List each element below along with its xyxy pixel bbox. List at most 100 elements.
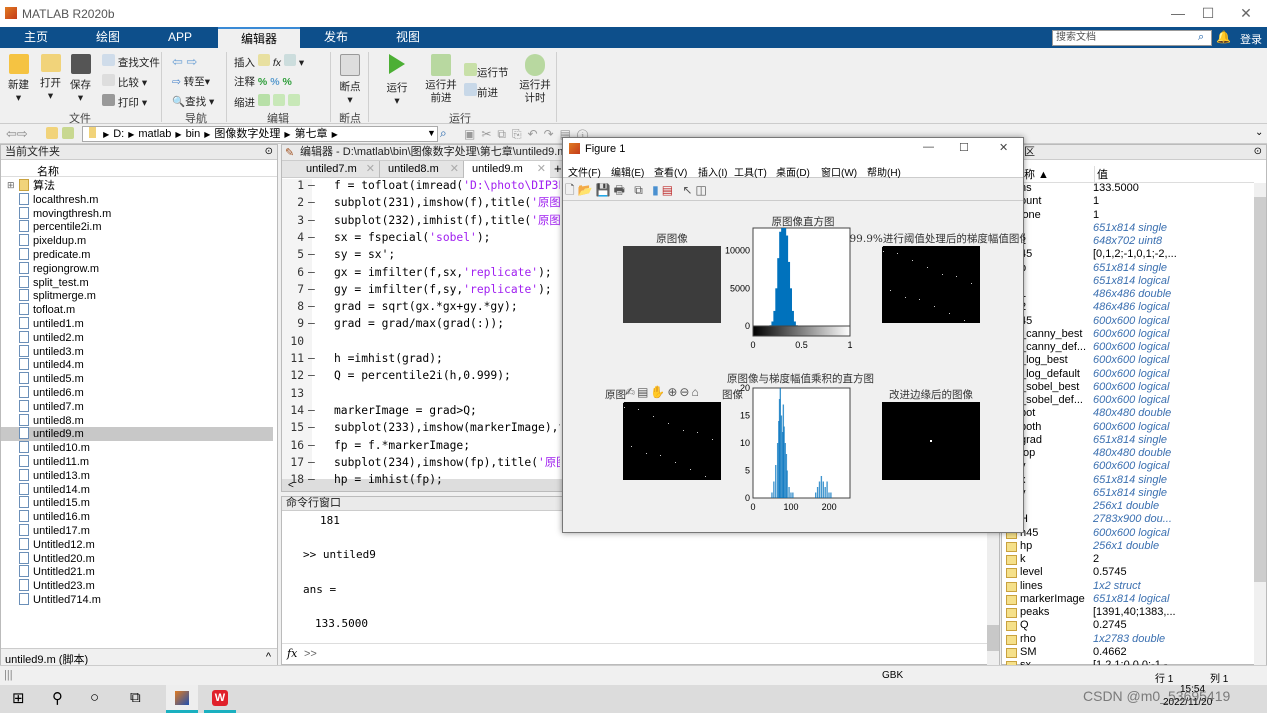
file-item[interactable]: untiled11.m: [5, 455, 277, 469]
workspace-variable[interactable]: Q 0.2745: [1006, 619, 1256, 632]
figure-menu-item[interactable]: 文件(F): [568, 164, 601, 179]
workspace-variable[interactable]: lines 1x2 struct: [1006, 580, 1256, 593]
link-plot-icon[interactable]: ⧉: [634, 183, 646, 197]
file-item[interactable]: untiled6.m: [5, 386, 277, 400]
property-editor-icon[interactable]: ◫: [696, 183, 710, 197]
workspace-variable[interactable]: peaks [1391,40;1383,...: [1006, 606, 1256, 619]
workspace-variable[interactable]: p651x814 single: [1006, 262, 1256, 275]
open-file-icon[interactable]: 📂: [578, 183, 596, 197]
workspace-variable[interactable]: h45 600x600 logical: [1006, 527, 1256, 540]
file-item[interactable]: untiled4.m: [5, 358, 277, 372]
maximize-button[interactable]: ☐: [1198, 5, 1218, 22]
workspace-variable[interactable]: _sobel_def... 600x600 logical: [1006, 394, 1256, 407]
workspace-variable[interactable]: SM 0.4662: [1006, 646, 1256, 659]
bell-icon[interactable]: 🔔: [1216, 30, 1231, 44]
insert-button[interactable]: 插入 fx ▾: [234, 54, 304, 70]
file-item[interactable]: untiled15.m: [5, 496, 277, 510]
improved-edge-image[interactable]: [882, 402, 980, 480]
print-button[interactable]: 打印 ▾: [102, 94, 147, 110]
code-line[interactable]: 3— subplot(232),imhist(f),title('原图像直: [282, 212, 560, 229]
minimize-button[interactable]: —: [1168, 5, 1188, 21]
code-line[interactable]: 5— sy = sx';: [282, 246, 560, 263]
breakpoint-marker[interactable]: —: [304, 437, 330, 454]
breakpoint-marker[interactable]: —: [304, 246, 330, 263]
command-prompt-input[interactable]: >>: [304, 648, 317, 660]
data-tips-icon[interactable]: ▤: [637, 385, 650, 399]
tab-editor[interactable]: 编辑器: [218, 27, 300, 48]
figure-menu-item[interactable]: 插入(I): [698, 164, 727, 179]
scrollbar-thumb[interactable]: [987, 625, 999, 651]
colorbar-icon[interactable]: ▮: [652, 183, 662, 197]
run-button[interactable]: 运行 ▾: [384, 54, 410, 107]
back-forward-icon[interactable]: ⇦⇨: [6, 126, 28, 142]
breakpoint-marker[interactable]: —: [304, 194, 330, 211]
file-item[interactable]: regiongrow.m: [5, 261, 277, 276]
save-button[interactable]: 保存 ▾: [70, 54, 91, 104]
workspace-variable[interactable]: rho 1x2783 double: [1006, 633, 1256, 646]
pan-icon[interactable]: ✋: [650, 385, 667, 399]
file-item[interactable]: ⊞ 算法: [5, 179, 277, 193]
workspace-variable[interactable]: k2: [1006, 553, 1256, 566]
workspace-variable[interactable]: top 480x480 double: [1006, 447, 1256, 460]
maximize-button[interactable]: ☐: [959, 141, 969, 154]
file-item[interactable]: untiled14.m: [5, 482, 277, 497]
breakpoint-marker[interactable]: —: [304, 229, 330, 246]
code-line[interactable]: 11— h =imhist(grad);: [282, 350, 560, 367]
breakpoints-button[interactable]: 断点 ▾: [338, 54, 362, 106]
expand-details-icon[interactable]: ^: [266, 651, 271, 663]
browse-folder-icon[interactable]: [62, 127, 74, 139]
home-icon[interactable]: ⌂: [691, 385, 700, 399]
pointer-icon[interactable]: ↖: [682, 183, 695, 197]
code-line[interactable]: 15— subplot(233),imshow(markerImage),titl…: [282, 419, 560, 436]
comment-button[interactable]: 注释 % % %: [234, 74, 292, 89]
code-line[interactable]: 13: [282, 385, 560, 402]
fx-icon[interactable]: fx: [287, 647, 297, 660]
breakpoint-marker[interactable]: —: [304, 281, 330, 298]
breakpoint-marker[interactable]: —: [304, 264, 330, 281]
breakpoint-marker[interactable]: —: [304, 177, 330, 194]
file-item[interactable]: tofloat.m: [5, 303, 277, 317]
threshold-gradient-image[interactable]: [882, 246, 980, 323]
file-item[interactable]: untiled5.m: [5, 372, 277, 386]
workspace-variable[interactable]: ns 133.5000: [1006, 182, 1256, 195]
histogram-original[interactable]: 0 0.5 1 0 5000 10000: [723, 218, 863, 358]
workspace-variable[interactable]: hp 256x1 double: [1006, 540, 1256, 553]
new-figure-icon[interactable]: 🗋: [565, 183, 578, 197]
panel-menu-icon[interactable]: ⊙: [1254, 146, 1262, 157]
workspace-variable[interactable]: H2783x900 dou...: [1006, 513, 1256, 526]
compare-button[interactable]: 比较 ▾: [102, 74, 147, 90]
goto-button[interactable]: ⇨ 转至▾: [172, 74, 210, 89]
new-tab-icon[interactable]: +: [554, 161, 562, 176]
search-folder-icon[interactable]: ⌕: [440, 126, 447, 141]
code-line[interactable]: 8— grad = sqrt(gx.*gx+gy.*gy);: [282, 298, 560, 315]
path-field[interactable]: ▶ D: ▶ matlab ▶ bin ▶ 图像数字处理 ▶ 第七章 ▶: [82, 126, 438, 142]
breakpoint-marker[interactable]: —: [304, 471, 330, 488]
file-item[interactable]: Untitled714.m: [5, 593, 277, 607]
back-forward-icon[interactable]: ⇦ ⇨: [172, 54, 197, 70]
tab-publish[interactable]: 发布: [300, 27, 372, 48]
code-line[interactable]: 7— gy = imfilter(f,sy,'replicate');: [282, 281, 560, 298]
path-dropdown-icon[interactable]: ▼: [427, 128, 436, 138]
search-icon[interactable]: ⚲: [52, 689, 63, 707]
vertical-scrollbar[interactable]: [987, 511, 999, 665]
code-line[interactable]: 6— gx = imfilter(f,sx,'replicate');: [282, 264, 560, 281]
find-files-button[interactable]: 查找文件: [102, 54, 160, 70]
file-item[interactable]: untiled9.m: [1, 427, 273, 442]
zoom-out-icon[interactable]: ⊖: [679, 385, 691, 399]
file-item[interactable]: untiled8.m: [5, 413, 277, 428]
save-icon[interactable]: 💾: [596, 183, 614, 197]
breadcrumb-item[interactable]: D:: [113, 128, 124, 140]
file-item[interactable]: splitmerge.m: [5, 289, 277, 303]
file-item[interactable]: untiled16.m: [5, 510, 277, 524]
workspace-variable[interactable]: both 600x600 logical: [1006, 421, 1256, 434]
figure-menu-item[interactable]: 查看(V): [654, 164, 687, 179]
original-image[interactable]: [623, 246, 721, 323]
breadcrumb-item[interactable]: matlab: [138, 128, 171, 140]
workspace-variable[interactable]: y651x814 single: [1006, 487, 1256, 500]
workspace-variable[interactable]: 45 600x600 logical: [1006, 315, 1256, 328]
print-icon[interactable]: 🖶: [614, 183, 628, 197]
workspace-variable[interactable]: bot 480x480 double: [1006, 407, 1256, 420]
workspace-variable[interactable]: grad 651x814 single: [1006, 434, 1256, 447]
workspace-variable[interactable]: _sobel_best 600x600 logical: [1006, 381, 1256, 394]
search-icon[interactable]: ⌕: [1198, 31, 1204, 44]
